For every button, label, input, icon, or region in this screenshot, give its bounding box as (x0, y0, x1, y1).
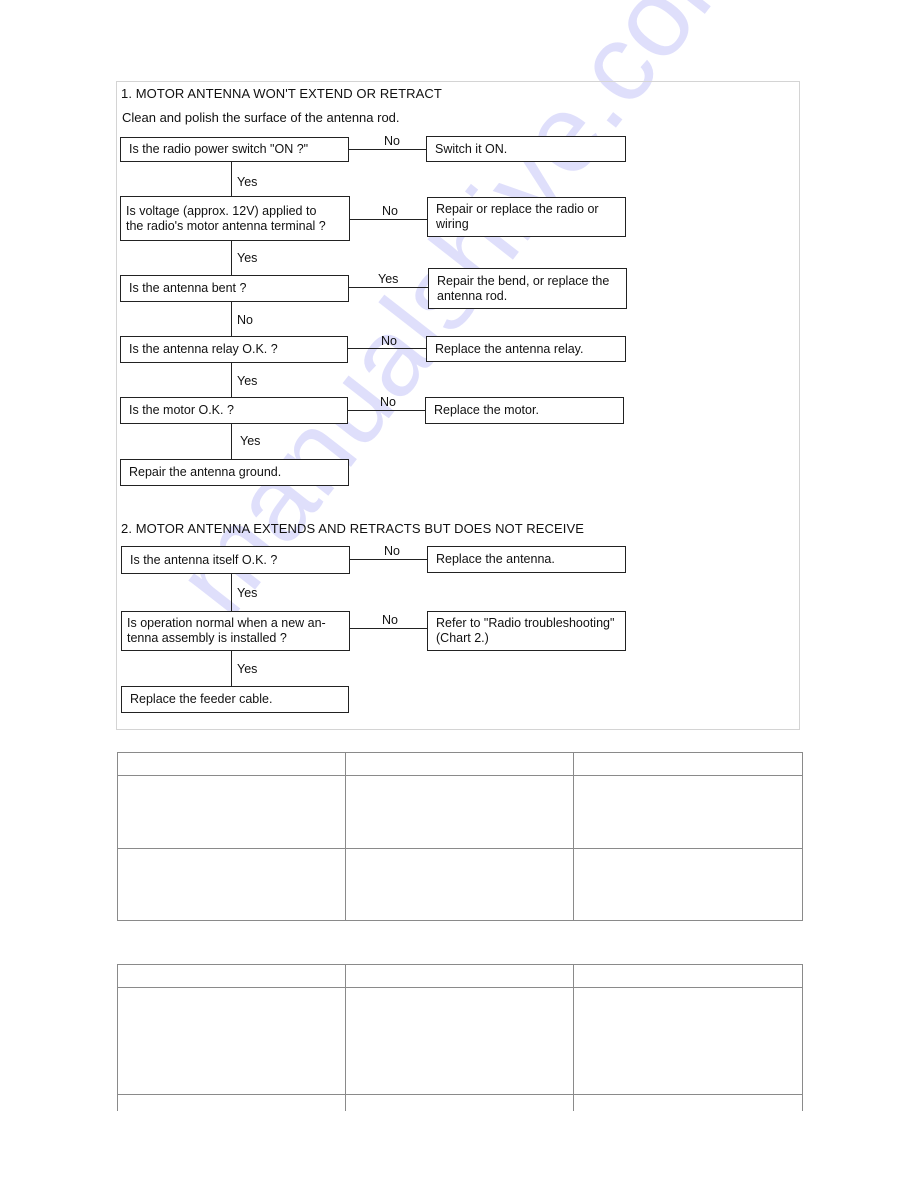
table-header-cell (117, 964, 346, 988)
table-cell (573, 987, 803, 1095)
table-cell (573, 1094, 803, 1111)
table-2-clip (0, 0, 918, 1111)
table-cell (117, 987, 346, 1095)
table-row (117, 1094, 803, 1111)
table-header-cell (573, 964, 803, 988)
table-cell (345, 1094, 574, 1111)
table-header-cell (345, 964, 574, 988)
table-cell (117, 1094, 346, 1111)
table-2 (117, 964, 803, 1111)
table-cell (345, 987, 574, 1095)
table-row (117, 987, 803, 1095)
table-header-row (117, 964, 803, 988)
